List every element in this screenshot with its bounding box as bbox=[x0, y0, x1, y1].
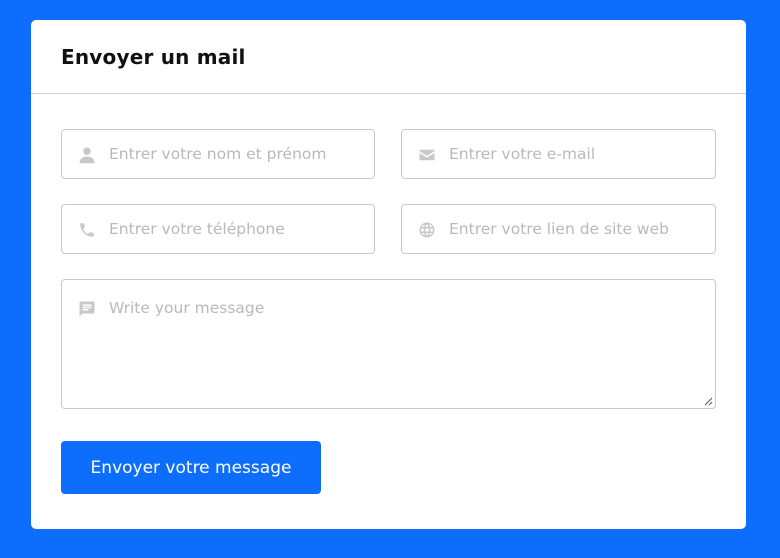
phone-field bbox=[61, 204, 375, 254]
send-message-button[interactable]: Envoyer votre message bbox=[61, 441, 321, 494]
email-input[interactable] bbox=[449, 140, 705, 168]
name-input[interactable] bbox=[109, 140, 364, 168]
message-icon bbox=[78, 300, 96, 318]
email-field bbox=[401, 129, 716, 179]
website-field bbox=[401, 204, 716, 254]
contact-card: Envoyer un mail Envoyer v bbox=[31, 20, 746, 529]
card-header: Envoyer un mail bbox=[31, 20, 746, 94]
globe-icon bbox=[418, 221, 436, 239]
name-field bbox=[61, 129, 375, 179]
message-textarea[interactable] bbox=[109, 297, 705, 397]
phone-input[interactable] bbox=[109, 215, 364, 243]
form-title: Envoyer un mail bbox=[61, 44, 246, 69]
envelope-icon bbox=[418, 146, 436, 164]
resize-grip-icon[interactable] bbox=[704, 397, 713, 406]
user-icon bbox=[78, 146, 96, 164]
phone-icon bbox=[78, 221, 96, 239]
message-field bbox=[61, 279, 716, 409]
website-input[interactable] bbox=[449, 215, 705, 243]
